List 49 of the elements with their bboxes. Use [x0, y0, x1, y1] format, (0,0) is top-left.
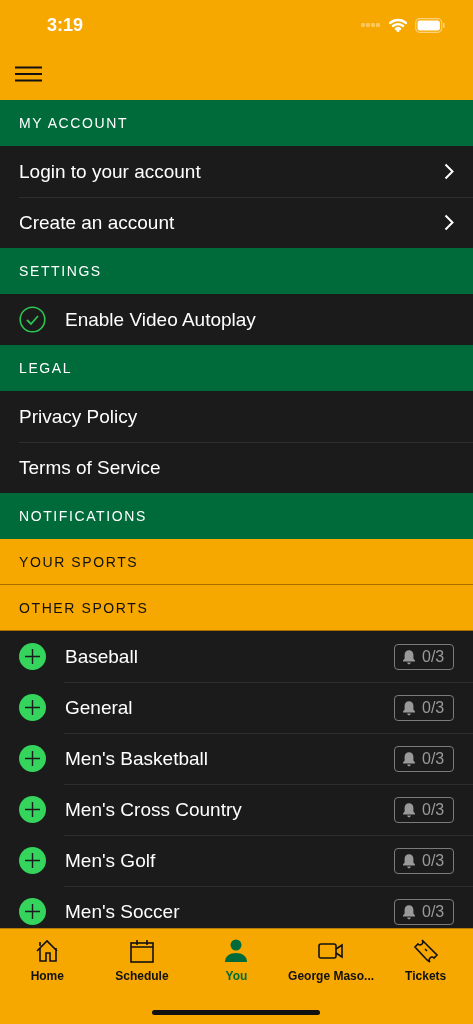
- add-icon[interactable]: [19, 847, 46, 874]
- add-icon[interactable]: [19, 796, 46, 823]
- add-icon[interactable]: [19, 643, 46, 670]
- status-time: 3:19: [47, 14, 85, 36]
- sport-name: Men's Soccer: [65, 900, 181, 923]
- section-header: OTHER SPORTS: [0, 585, 473, 631]
- notification-count-button[interactable]: 0/3: [394, 898, 454, 925]
- section-header: SETTINGS: [0, 248, 473, 294]
- sport-name: General: [65, 696, 134, 719]
- add-icon[interactable]: [19, 898, 46, 925]
- section-header: NOTIFICATIONS: [0, 493, 473, 539]
- tab[interactable]: Home: [0, 937, 95, 983]
- tab[interactable]: Tickets: [378, 937, 473, 983]
- notification-count-button[interactable]: 0/3: [394, 796, 454, 823]
- row-label: Terms of Service: [19, 456, 162, 479]
- checkbox[interactable]: [19, 306, 46, 333]
- sport-name: Men's Cross Country: [65, 798, 243, 821]
- row-label: Create an account: [19, 211, 176, 234]
- section-header: YOUR SPORTS: [0, 539, 473, 585]
- bell-icon: [402, 903, 416, 920]
- notification-count-button[interactable]: 0/3: [394, 643, 454, 670]
- sport-name: Baseball: [65, 645, 139, 668]
- notification-count-button[interactable]: 0/3: [394, 847, 454, 874]
- chevron-icon: [444, 214, 454, 231]
- menu-icon[interactable]: [15, 66, 42, 82]
- bell-icon: [402, 699, 416, 716]
- chevron-icon: [444, 163, 454, 180]
- signal-icon: [361, 22, 381, 28]
- tab[interactable]: George Maso...: [283, 937, 379, 983]
- row-label: Login to your account: [19, 160, 202, 183]
- bell-icon: [402, 801, 416, 818]
- bell-icon: [402, 750, 416, 767]
- notification-count-button[interactable]: 0/3: [394, 694, 454, 721]
- add-icon[interactable]: [19, 694, 46, 721]
- setting-label: Enable Video Autoplay: [65, 308, 257, 331]
- sport-name: Men's Golf: [65, 849, 157, 872]
- bell-icon: [402, 852, 416, 869]
- notification-count-button[interactable]: 0/3: [394, 745, 454, 772]
- tab[interactable]: Schedule: [94, 937, 190, 983]
- battery-icon: [415, 17, 445, 33]
- add-icon[interactable]: [19, 745, 46, 772]
- section-header: MY ACCOUNT: [0, 100, 473, 146]
- calendar-icon: [127, 937, 156, 965]
- wifi-icon: [389, 18, 407, 32]
- ticket-icon: [411, 937, 440, 965]
- section-header: LEGAL: [0, 345, 473, 391]
- row-label: Privacy Policy: [19, 405, 139, 428]
- bell-icon: [402, 648, 416, 665]
- sport-name: Men's Basketball: [65, 747, 210, 770]
